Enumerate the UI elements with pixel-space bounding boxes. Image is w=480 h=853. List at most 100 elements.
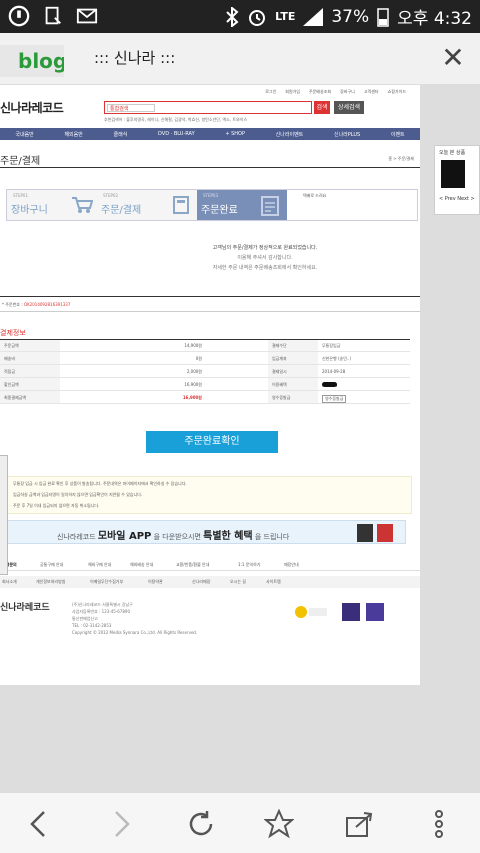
footer-link[interactable]: 이용약관 <box>148 579 163 585</box>
payment-row: 할인금액 16,900원 이용혜택 ■■■■ <box>0 379 410 391</box>
step-label: STEP01 <box>13 193 29 198</box>
payment-key: 입금계좌 <box>272 356 287 361</box>
payment-key: 주문금액 <box>4 343 19 348</box>
top-link[interactable]: 장바구니 <box>340 89 355 95</box>
mail-icon <box>76 8 98 24</box>
recent-items-title: 오늘 본 상품 <box>439 150 466 156</box>
footer-address-line: 사업자등록번호 : 123-45-67890 <box>72 609 130 614</box>
forward-icon[interactable] <box>106 809 136 839</box>
site-logo[interactable]: 신나라레코드 <box>0 99 64 116</box>
banner-post: 을 드립니다 <box>254 533 290 541</box>
footer-address-line: Copyright © 2012 Media Synnara Co.,Ltd. … <box>72 630 198 635</box>
footer-link[interactable]: 회사소개 <box>2 579 17 585</box>
nav-item[interactable]: + SHOP <box>225 131 245 137</box>
lte-label: LTE <box>275 10 296 23</box>
top-links: 로그인 회원가입 주문배송조회 장바구니 고객센터 쇼핑가이드 <box>265 89 406 95</box>
recent-item-thumbnail[interactable] <box>441 160 465 188</box>
footer-nav-item[interactable]: 매장안내 <box>284 562 299 568</box>
footer-link[interactable]: 사이트맵 <box>266 579 281 585</box>
payment-value: 무통장입금 <box>322 343 341 348</box>
app-banner[interactable]: 신나라레코드 모바일 APP 을 다운받으시면 특별한 혜택 을 드립니다 <box>6 520 406 544</box>
payment-row: 적립금 2,000원 결제일시 2014-09-28 <box>0 366 410 378</box>
recent-items-pager[interactable]: < Prev Next > <box>439 196 475 202</box>
step-name: 주문/결제 <box>101 205 142 216</box>
footer-nav-item[interactable]: 1:1 문의하기 <box>238 562 260 568</box>
more-menu-icon[interactable] <box>424 809 454 839</box>
nav-item[interactable]: 신나라PLUS <box>334 131 360 138</box>
footer-nav-item[interactable]: 해외배송 안내 <box>130 562 153 568</box>
footer-link[interactable]: 신나라매장 <box>192 579 210 585</box>
search-button[interactable]: 검색 <box>314 101 330 114</box>
payment-key: 적립금 <box>4 369 16 374</box>
nav-item[interactable]: 신나라이벤트 <box>276 131 304 138</box>
top-link[interactable]: 주문배송조회 <box>309 89 331 95</box>
browser-bottom-bar <box>0 792 480 853</box>
search-box[interactable]: 통합검색 <box>104 101 312 114</box>
blog-tab[interactable]: blog <box>0 45 64 77</box>
notice-line: 입금하실 금액과 입금자명이 일치하지 않으면 입금확인이 지연될 수 있습니다… <box>13 492 143 497</box>
step-name: 주문완료 <box>201 205 238 216</box>
checkout-page: 로그인 회원가입 주문배송조회 장바구니 고객센터 쇼핑가이드 신나라레코드 통… <box>0 85 420 685</box>
top-link[interactable]: 로그인 <box>265 89 276 95</box>
banner-app: 모바일 APP <box>97 531 152 542</box>
share-icon[interactable] <box>344 809 374 839</box>
detail-search-button[interactable]: 상세검색 <box>334 101 364 114</box>
breadcrumb: 홈 > 주문/결제 <box>388 156 414 161</box>
step-label: STEP03 <box>203 193 219 198</box>
step-payment: STEP02 주문/결제 <box>97 190 197 220</box>
order-number-value: OK2014092816391337 <box>23 302 71 307</box>
close-icon[interactable]: ✕ <box>438 43 468 73</box>
payment-value: 신한은행 (송민..) <box>322 356 352 361</box>
footer-link[interactable]: 오시는 길 <box>230 579 246 585</box>
status-bar: LTE 37% 오후 4:32 <box>0 0 480 33</box>
payment-key: 최종결제금액 <box>4 395 27 400</box>
popular-keywords: 추천검색어 : 불후의명곡, 레이나, 신해철, 김광석, 박효신, 방탄소년단… <box>104 117 248 122</box>
footer-link[interactable]: 이메일무단수집거부 <box>90 579 123 585</box>
back-icon[interactable] <box>24 809 54 839</box>
payment-value-redacted: ■■■■ <box>322 382 338 387</box>
search-category-select[interactable]: 통합검색 <box>107 104 155 112</box>
payment-info-heading: 결제정보 <box>0 329 26 337</box>
nav-item[interactable]: 국내음반 <box>15 131 33 138</box>
bluetooth-icon <box>226 6 239 27</box>
notice-line: 무통장 입금 시 입금 완료 확인 후 상품이 발송됩니다. 주문내역은 마이페… <box>13 481 187 486</box>
nav-item[interactable]: 클래식 <box>114 131 128 138</box>
banner-mid: 을 다운받으시면 <box>153 533 201 541</box>
order-heading: 주문/결제 <box>0 156 41 167</box>
blog-tab-label: blog <box>18 49 64 73</box>
divider <box>0 167 420 168</box>
banner-brand: 신나라레코드 <box>57 533 96 541</box>
nav-item[interactable]: 해외음반 <box>64 131 82 138</box>
payment-key: 배송비 <box>4 356 16 361</box>
top-link[interactable]: 쇼핑가이드 <box>388 89 406 95</box>
nav-item[interactable]: 이벤트 <box>391 131 405 138</box>
refresh-icon[interactable] <box>186 809 216 839</box>
footer-nav-item[interactable]: 해외구매 안내 <box>88 562 111 568</box>
footer-link[interactable]: 개인정보처리방침 <box>36 579 65 585</box>
payment-value: 2014-09-28 <box>322 369 346 374</box>
order-steps: STEP01 장바구니 STEP02 주문/결제 STEP03 주문완료 택배로… <box>6 189 418 221</box>
bookmark-star-icon[interactable] <box>264 809 294 839</box>
footer-address: (주)신나라레코드 서울특별시 강남구 사업자등록번호 : 123-45-678… <box>72 601 197 636</box>
nav-item[interactable]: DVD · BLU-RAY <box>158 131 195 137</box>
step-label: STEP02 <box>103 193 119 198</box>
drawer-handle[interactable] <box>0 455 8 575</box>
order-complete-message: 고객님의 주문/결제가 정상적으로 완료되었습니다. 이용해 주셔서 감사합니다… <box>140 243 390 273</box>
order-confirm-button[interactable]: 주문완료확인 <box>146 431 278 453</box>
receipt-button[interactable]: 영수증발급 <box>322 395 347 403</box>
alarm-icon <box>249 9 266 26</box>
top-link[interactable]: 고객센터 <box>364 89 379 95</box>
main-nav: 국내음반 해외음반 클래식 DVD · BLU-RAY + SHOP 신나라이벤… <box>0 128 420 140</box>
order-message-line: 자세한 주문 내역은 주문배송조회에서 확인하세요. <box>212 265 318 271</box>
order-message-line: 고객님의 주문/결제가 정상적으로 완료되었습니다. <box>212 245 318 251</box>
norton-badge-icon <box>295 606 327 618</box>
top-link[interactable]: 회원가입 <box>285 89 300 95</box>
web-content[interactable]: 로그인 회원가입 주문배송조회 장바구니 고객센터 쇼핑가이드 신나라레코드 통… <box>0 85 480 792</box>
document-icon <box>261 196 279 216</box>
page-title: ::: 신나라 ::: <box>94 49 176 67</box>
footer-address-line: 통신판매업신고 <box>72 616 98 621</box>
footer-logo: 신나라레코드 <box>0 603 50 613</box>
footer-nav-item[interactable]: 교환/반품/환불 안내 <box>176 562 209 568</box>
banner-highlight: 특별한 혜택 <box>203 531 253 542</box>
footer-nav-item[interactable]: 공통구매 안내 <box>40 562 63 568</box>
